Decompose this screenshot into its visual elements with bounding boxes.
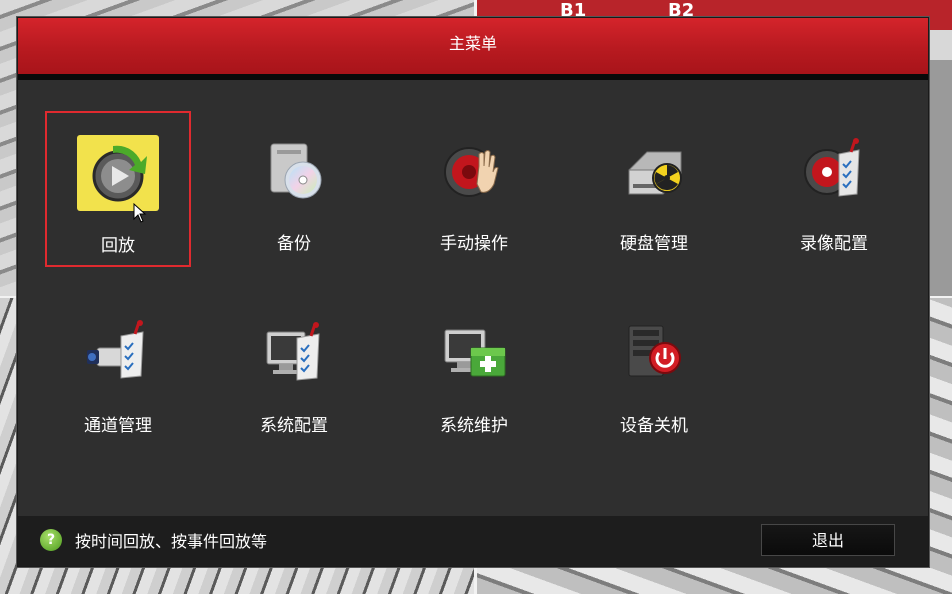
record-config-icon <box>793 133 875 209</box>
menu-item-label: 通道管理 <box>84 416 152 436</box>
menu-item-channel-management[interactable]: 通道管理 <box>45 293 191 449</box>
mouse-cursor-icon <box>133 203 147 223</box>
menu-item-system-config[interactable]: 系统配置 <box>221 293 367 449</box>
menu-item-system-maintenance[interactable]: 系统维护 <box>401 293 547 449</box>
status-footer: ? 按时间回放、按事件回放等 退出 <box>18 516 928 566</box>
device-shutdown-icon <box>613 315 695 391</box>
backup-disc-icon <box>253 133 335 209</box>
menu-item-manual-operation[interactable]: 手动操作 <box>401 111 547 267</box>
menu-item-label: 系统维护 <box>440 416 508 436</box>
menu-item-label: 手动操作 <box>440 234 508 254</box>
manual-hand-icon <box>433 133 515 209</box>
main-menu-window: 主菜单 回放 备份 手动操作 硬盘管理 录像配置 通道管理 系统配置 系统维护 … <box>17 17 929 567</box>
menu-item-record-config[interactable]: 录像配置 <box>761 111 907 267</box>
menu-item-label: 回放 <box>101 236 135 256</box>
menu-item-label: 录像配置 <box>800 234 868 254</box>
menu-item-backup[interactable]: 备份 <box>221 111 367 267</box>
menu-item-hdd-management[interactable]: 硬盘管理 <box>581 111 727 267</box>
menu-item-label: 系统配置 <box>260 416 328 436</box>
menu-item-device-shutdown[interactable]: 设备关机 <box>581 293 727 449</box>
menu-item-playback[interactable]: 回放 <box>45 111 191 267</box>
menu-item-label: 备份 <box>277 234 311 254</box>
menu-grid: 回放 备份 手动操作 硬盘管理 录像配置 通道管理 系统配置 系统维护 设备关机 <box>18 80 928 516</box>
menu-item-label: 硬盘管理 <box>620 234 688 254</box>
window-title: 主菜单 <box>18 18 928 80</box>
playback-icon <box>77 135 159 211</box>
exit-button[interactable]: 退出 <box>761 524 895 556</box>
hint-text: 按时间回放、按事件回放等 <box>75 532 268 551</box>
help-icon: ? <box>40 529 62 551</box>
menu-item-label: 设备关机 <box>620 416 688 436</box>
camera-channel-icon <box>77 315 159 391</box>
hdd-management-icon <box>613 133 695 209</box>
system-maintenance-icon <box>433 315 515 391</box>
system-config-monitor-icon <box>253 315 335 391</box>
